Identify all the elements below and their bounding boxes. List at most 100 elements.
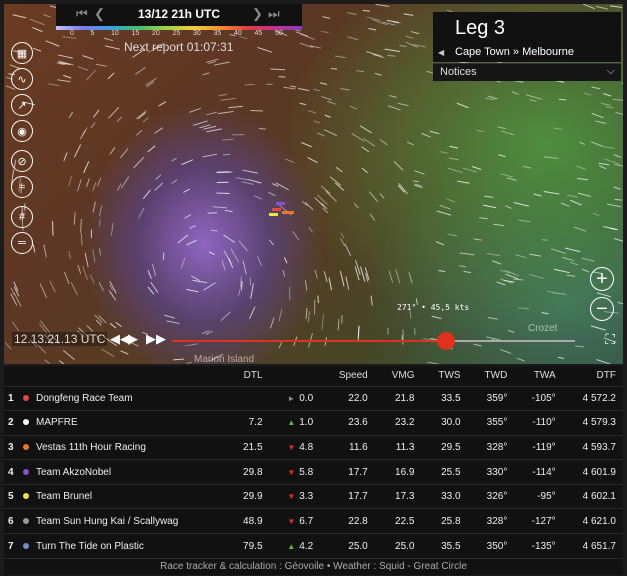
wind-streak — [49, 280, 56, 293]
column-header[interactable]: DTF — [563, 366, 623, 386]
team-name: Team AkzoNobel — [32, 459, 227, 485]
route-icon[interactable]: ∿ — [11, 68, 33, 90]
team-name: Dongfeng Race Team — [32, 385, 227, 411]
wind-streak — [224, 209, 233, 213]
wind-streak — [57, 54, 73, 59]
timeline-slider[interactable] — [172, 332, 575, 350]
wind-streak — [257, 46, 273, 53]
table-row[interactable]: 2 MAPFRE 7.2 ▲ 1.0 23.6 23.2 30.0 355° -110° 4 579… — [4, 410, 623, 436]
timeline-progress — [172, 340, 447, 342]
wind-streak — [214, 61, 230, 66]
wind-streak — [92, 182, 97, 191]
dtl-value: 79.5 — [226, 533, 270, 559]
ruler-icon[interactable]: ═ — [11, 232, 33, 254]
compass-icon[interactable]: ⊘ — [11, 150, 33, 172]
boat-marker[interactable] — [269, 213, 278, 216]
table-row[interactable]: 4 Team AkzoNobel 29.8 ▼ 5.8 17.7 16.9 25.5 330° -… — [4, 459, 623, 485]
wind-streak — [613, 154, 622, 158]
team-color-dot — [20, 385, 32, 411]
zoom-in-button[interactable]: + — [590, 267, 614, 291]
zoom-out-button[interactable]: − — [590, 297, 614, 321]
boat-marker[interactable] — [272, 208, 281, 211]
wind-streak — [90, 274, 95, 284]
wind-streak — [171, 179, 178, 184]
wind-streak — [258, 127, 267, 130]
wind-streak — [268, 191, 276, 197]
wind-streak — [186, 288, 199, 293]
wind-streak — [216, 171, 230, 173]
column-header[interactable]: VMG — [375, 366, 422, 386]
dtl-delta: ▲ 1.0 — [269, 410, 321, 436]
play-icon[interactable]: ▶ — [128, 331, 138, 347]
trend-arrow-icon: ▼ — [287, 516, 296, 526]
twd-value: 328° — [467, 434, 515, 460]
collapse-arrow-icon[interactable]: ◀ — [438, 48, 444, 57]
wind-streak — [223, 234, 236, 244]
boat-focus-icon[interactable]: ◉ — [11, 120, 33, 142]
wind-streak — [463, 270, 472, 274]
dtl-value: 29.8 — [226, 459, 270, 485]
dtl-delta: ▼ 4.8 — [269, 434, 321, 460]
step-forward-icon[interactable]: ▶▶ — [146, 331, 166, 347]
boat-marker[interactable] — [276, 202, 285, 205]
vmg-value: 17.3 — [374, 483, 422, 509]
wind-streak — [596, 359, 611, 364]
twa-value: -127° — [514, 508, 563, 534]
column-header[interactable]: TWA — [514, 366, 562, 386]
trend-arrow-icon: ▲ — [287, 541, 296, 551]
wind-streak — [68, 175, 72, 186]
wind-streak — [395, 268, 401, 284]
column-header[interactable]: TWD — [468, 366, 515, 386]
column-header[interactable]: TWS — [422, 366, 468, 386]
wind-streak — [389, 95, 397, 98]
column-header[interactable]: Speed — [320, 366, 375, 386]
rank-position: 1 — [4, 385, 20, 411]
wind-layer-icon[interactable]: ≈ — [11, 176, 33, 198]
wind-streak — [581, 257, 595, 262]
fleet-markers[interactable] — [269, 199, 299, 229]
wind-streak — [109, 147, 116, 155]
wind-streak — [47, 83, 60, 86]
wind-streak — [379, 138, 388, 146]
boat-marker[interactable] — [282, 211, 294, 214]
wind-streak — [393, 161, 404, 171]
wind-streak — [249, 306, 256, 319]
next-frame-button[interactable]: ❯ — [252, 6, 263, 22]
twa-value: -110° — [514, 410, 563, 436]
notices-dropdown[interactable]: Notices ⌵ — [433, 63, 621, 81]
leg-title: Leg 3 — [455, 17, 506, 39]
weather-map[interactable]: ⏮ ❮ 13/12 21h UTC ❯ ⏭ 0 5 10 15 20 25 30 35 40 45… — [4, 4, 623, 364]
tws-value: 29.5 — [421, 434, 468, 460]
wind-streak — [12, 14, 27, 19]
scale-tick: 45 — [254, 30, 263, 37]
column-header[interactable]: DTL — [227, 366, 270, 386]
grid-icon[interactable]: # — [11, 206, 33, 228]
wind-streak — [154, 182, 164, 191]
wind-streak — [240, 276, 242, 288]
table-row[interactable]: 1 Dongfeng Race Team ► 0.0 22.0 21.8 33.5 359° -… — [4, 385, 623, 411]
wind-streak — [427, 361, 440, 364]
wind-streak — [285, 158, 295, 164]
fullscreen-icon[interactable]: ⛶ — [605, 331, 615, 348]
last-frame-button[interactable]: ⏭ — [268, 6, 280, 22]
table-row[interactable]: 3 Vestas 11th Hour Racing 21.5 ▼ 4.8 11.6 11.3… — [4, 434, 623, 460]
trend-arrow-icon: ▼ — [287, 492, 296, 502]
dtl-value: 48.9 — [226, 508, 270, 534]
wind-streak — [361, 167, 368, 174]
time-navigation-bar: ⏮ ❮ 13/12 21h UTC ❯ ⏭ — [56, 4, 302, 26]
wind-streak — [92, 249, 96, 263]
step-back-icon[interactable]: ◀◀ — [110, 331, 130, 347]
wind-streak — [93, 109, 100, 118]
wind-streak — [268, 239, 274, 246]
wind-streak — [347, 12, 357, 16]
wind-streak — [325, 190, 337, 202]
map-layers-icon[interactable]: ▦ — [11, 42, 33, 64]
wind-streak — [108, 290, 117, 301]
twa-value: -119° — [514, 434, 563, 460]
table-row[interactable]: 6 Team Sun Hung Kai / Scallywag 48.9 ▼ 6.7 22… — [4, 508, 623, 534]
table-row[interactable]: 5 Team Brunel 29.9 ▼ 3.3 17.7 17.3 33.0 326° -95°… — [4, 483, 623, 509]
track-icon[interactable]: ↗ — [11, 94, 33, 116]
timeline-handle[interactable] — [437, 332, 456, 350]
table-row[interactable]: 7 Turn The Tide on Plastic 79.5 ▲ 4.2 25.0 25.… — [4, 533, 623, 559]
wind-streak — [479, 217, 488, 220]
